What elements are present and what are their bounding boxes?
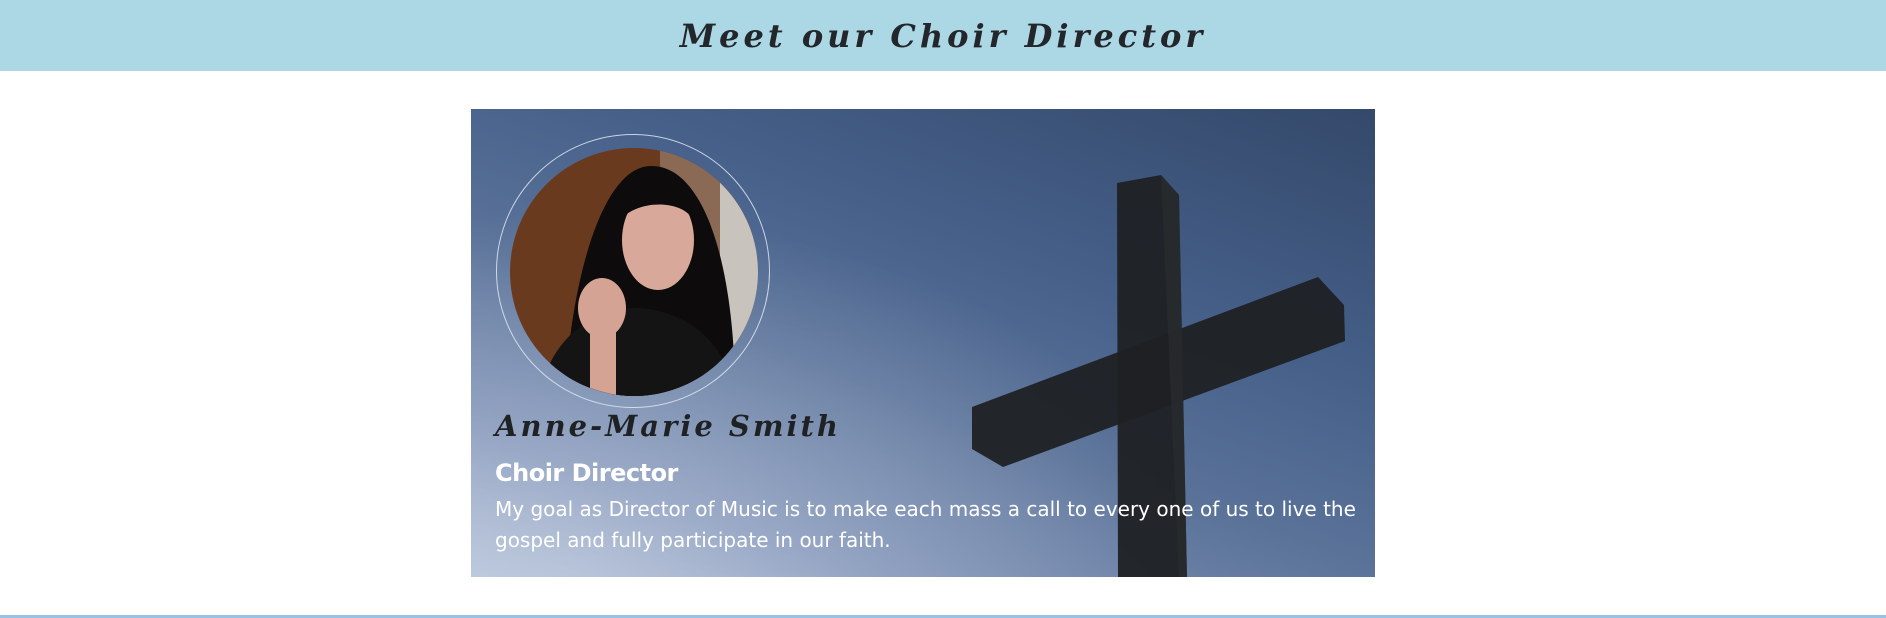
page-title: Meet our Choir Director (679, 16, 1207, 55)
director-bio: My goal as Director of Music is to make … (495, 497, 1356, 552)
director-role: Choir Director (495, 459, 678, 487)
director-photo (510, 148, 758, 396)
page-header: Meet our Choir Director (0, 0, 1886, 71)
director-card: Anne-Marie Smith Choir Director My goal … (471, 109, 1375, 577)
director-name: Anne-Marie Smith (495, 409, 842, 443)
